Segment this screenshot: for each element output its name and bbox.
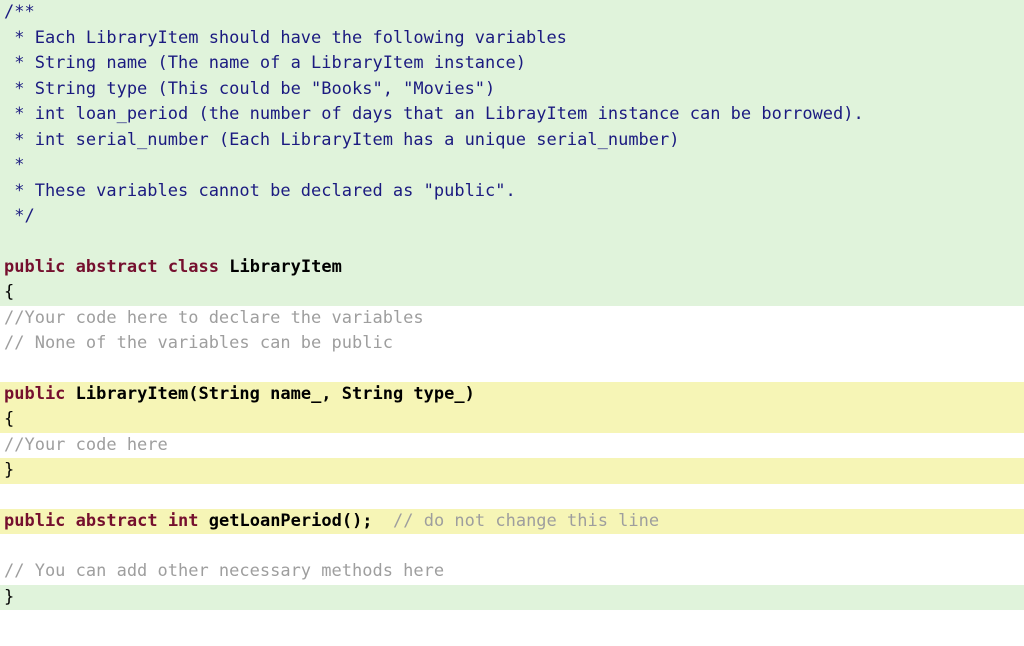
comment-line: // None of the variables can be public: [0, 331, 1024, 357]
blank-line: [0, 484, 1024, 509]
brace-text: {: [4, 282, 14, 302]
method-name: getLoanPeriod();: [209, 511, 393, 531]
comment-line: // You can add other necessary methods h…: [0, 559, 1024, 585]
class-name: LibraryItem: [229, 257, 342, 277]
comment-text: //Your code here to declare the variable…: [4, 308, 424, 328]
javadoc-text: /**: [4, 2, 35, 22]
javadoc-text: */: [4, 206, 35, 226]
brace-text: {: [4, 409, 14, 429]
comment-text: // You can add other necessary methods h…: [4, 561, 444, 581]
javadoc-text: * String name (The name of a LibraryItem…: [4, 53, 526, 73]
keyword-public: public: [4, 257, 65, 277]
javadoc-line: *: [0, 153, 1024, 179]
javadoc-line: * Each LibraryItem should have the follo…: [0, 26, 1024, 52]
keyword-abstract: abstract: [76, 511, 158, 531]
javadoc-text: * Each LibraryItem should have the follo…: [4, 28, 567, 48]
blank-line: [0, 534, 1024, 559]
keyword-class: class: [168, 257, 219, 277]
javadoc-text: *: [4, 155, 24, 175]
keyword-public: public: [4, 384, 65, 404]
trailing-comment: // do not change this line: [393, 511, 659, 531]
javadoc-text: * int loan_period (the number of days th…: [4, 104, 864, 124]
keyword-public: public: [4, 511, 65, 531]
blank-line: [0, 357, 1024, 382]
javadoc-line: * These variables cannot be declared as …: [0, 179, 1024, 205]
javadoc-line: * String name (The name of a LibraryItem…: [0, 51, 1024, 77]
comment-text: //Your code here: [4, 435, 168, 455]
constructor-signature: public LibraryItem(String name_, String …: [0, 382, 1024, 408]
blank-line: [0, 230, 1024, 255]
brace-text: }: [4, 587, 14, 607]
comment-text: // None of the variables can be public: [4, 333, 393, 353]
javadoc-line: */: [0, 204, 1024, 230]
javadoc-line: * String type (This could be "Books", "M…: [0, 77, 1024, 103]
brace-text: }: [4, 460, 14, 480]
javadoc-text: * int serial_number (Each LibraryItem ha…: [4, 130, 680, 150]
code-viewer: /** * Each LibraryItem should have the f…: [0, 0, 1024, 646]
brace-open: {: [0, 407, 1024, 433]
brace-close: }: [0, 458, 1024, 484]
brace-close: }: [0, 585, 1024, 611]
abstract-method: public abstract int getLoanPeriod(); // …: [0, 509, 1024, 535]
constructor-name: LibraryItem(String name_, String type_): [76, 384, 475, 404]
javadoc-text: * String type (This could be "Books", "M…: [4, 79, 495, 99]
javadoc-line: * int loan_period (the number of days th…: [0, 102, 1024, 128]
keyword-int: int: [168, 511, 199, 531]
javadoc-text: * These variables cannot be declared as …: [4, 181, 516, 201]
comment-line: //Your code here: [0, 433, 1024, 459]
class-declaration: public abstract class LibraryItem: [0, 255, 1024, 281]
comment-line: //Your code here to declare the variable…: [0, 306, 1024, 332]
javadoc-line: /**: [0, 0, 1024, 26]
javadoc-line: * int serial_number (Each LibraryItem ha…: [0, 128, 1024, 154]
brace-open: {: [0, 280, 1024, 306]
keyword-abstract: abstract: [76, 257, 158, 277]
